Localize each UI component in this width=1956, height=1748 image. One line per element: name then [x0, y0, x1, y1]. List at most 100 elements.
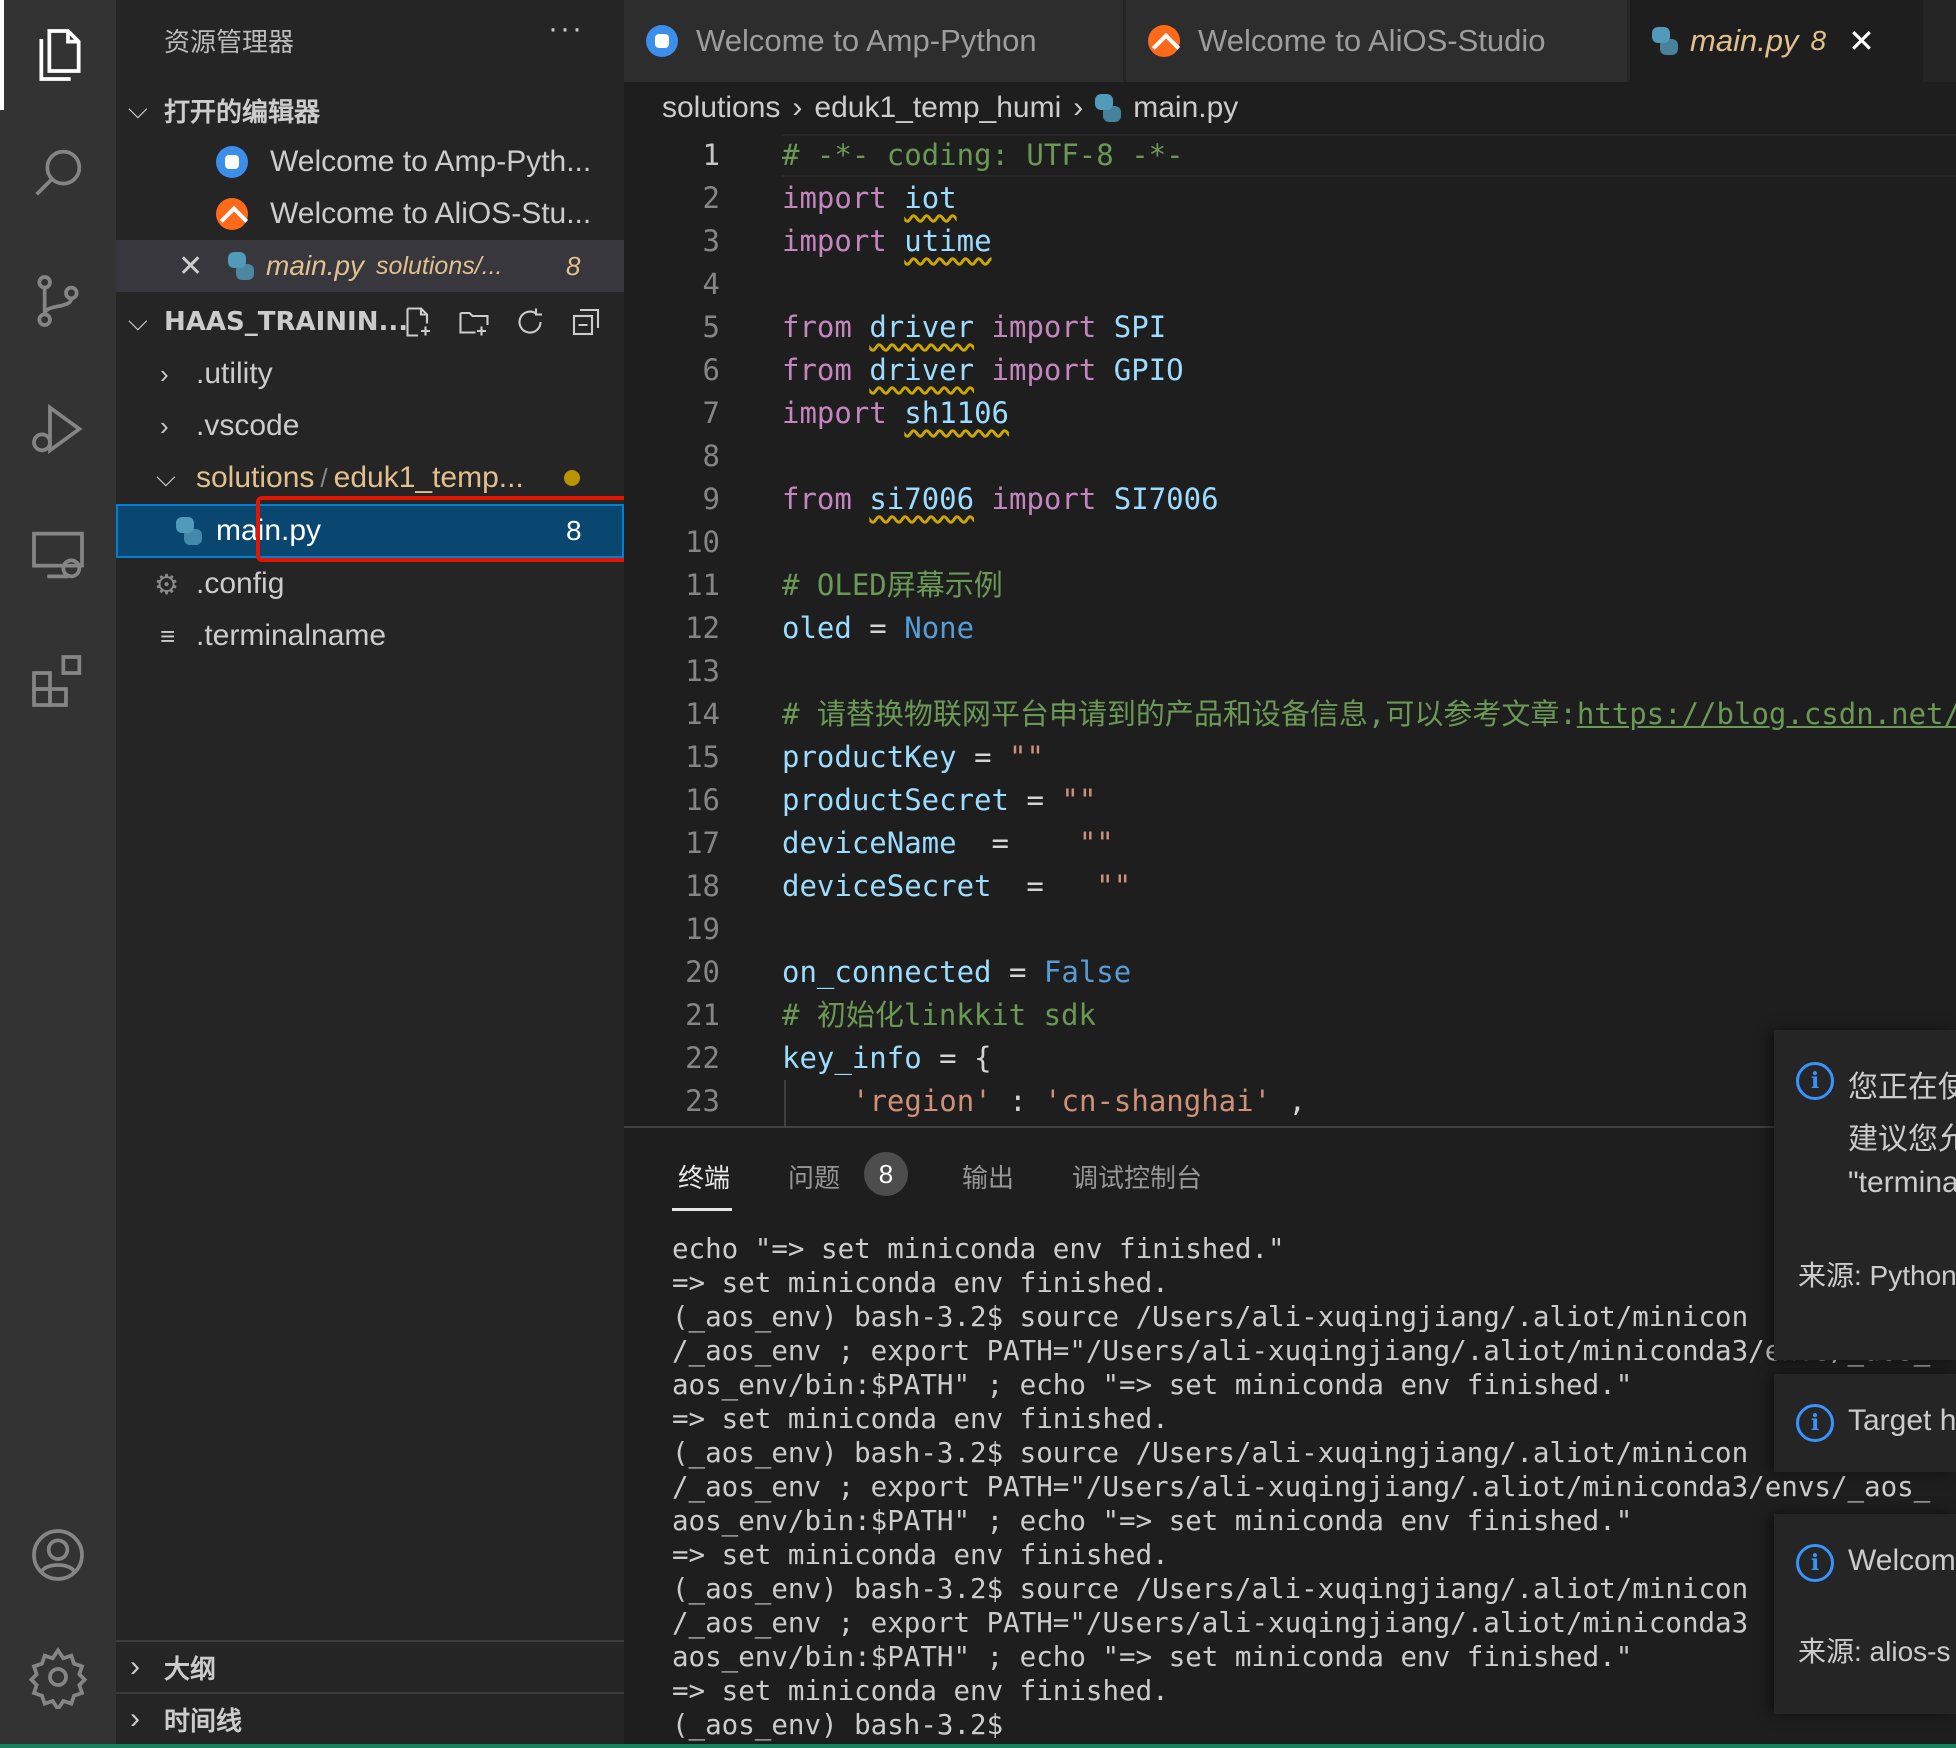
line-number: 11 [685, 568, 720, 602]
open-editor-label: main.py [266, 250, 365, 281]
notification-toast[interactable]: i 您正在使 建议您允 "termina 来源: Python [1774, 1030, 1956, 1360]
terminal-line: aos_env/bin:$PATH" ; echo "=> set minico… [672, 1369, 1633, 1401]
terminal-line: echo "=> set miniconda env finished." [672, 1233, 1285, 1265]
problems-count: 8 [1810, 25, 1827, 56]
code-editor[interactable]: 1 2 3 4 5 6 7 8 9 10 11 12 13 14 15 16 17 18 19 20 21 22 23 # … [624, 134, 1956, 1126]
activity-bar [0, 0, 116, 1748]
tree-file-config[interactable]: ⚙ .config [116, 558, 624, 610]
terminal-line: /_aos_env ; export PATH="/Users/ali-xuqi… [672, 1471, 1931, 1503]
extensions-icon[interactable] [0, 626, 116, 736]
outline-section[interactable]: › 大纲 [116, 1640, 624, 1692]
remote-explorer-icon[interactable] [0, 500, 116, 610]
code-line-1: # -*- coding: UTF-8 -*- [782, 138, 1184, 172]
tree-folder-vscode[interactable]: › .vscode [116, 400, 624, 452]
open-editor-label: Welcome to Amp-Pyth... [270, 145, 592, 178]
chevron-right-icon: › [130, 1702, 140, 1735]
python-file-icon [176, 517, 202, 545]
line-number: 13 [685, 654, 720, 688]
new-folder-icon[interactable] [456, 304, 492, 348]
tree-file-terminalname[interactable]: ≡ .terminalname [116, 610, 624, 662]
code-line-23: 'region' : 'cn-shanghai' , [852, 1084, 1306, 1118]
timeline-section[interactable]: › 时间线 [116, 1692, 624, 1744]
line-number: 15 [685, 740, 720, 774]
code-line-21: # 初始化linkkit sdk [782, 998, 1096, 1032]
open-editor-item[interactable]: Welcome to Amp-Pyth... [116, 136, 624, 188]
settings-gear-icon[interactable] [0, 1622, 116, 1732]
refresh-icon[interactable] [512, 304, 548, 348]
notification-source: 来源: alios-s [1798, 1636, 1951, 1667]
tab-debug-console[interactable]: 调试控制台 [1072, 1158, 1202, 1195]
line-number: 10 [685, 525, 720, 559]
chevron-right-icon: › [792, 91, 803, 124]
python-file-icon [1095, 94, 1122, 122]
tree-folder-utility[interactable]: › .utility [116, 348, 624, 400]
terminal-line: => set miniconda env finished. [672, 1267, 1169, 1299]
open-editor-item-active[interactable]: ✕ main.py solutions/... 8 [116, 240, 624, 292]
explorer-title: 资源管理器 [164, 28, 295, 58]
code-line-14: # 请替换物联网平台申请到的产品和设备信息,可以参考文章:https://blo… [782, 697, 1956, 731]
close-icon[interactable]: ✕ [178, 249, 203, 284]
workspace-label: HAAS_TRAININ... [164, 307, 409, 337]
tab-label: Welcome to AliOS-Studio [1198, 23, 1546, 58]
explorer-sidebar: 资源管理器 ··· ⌵ 打开的编辑器 Welcome to Amp-Pyth..… [116, 0, 638, 1748]
code-line-9: from si7006 import SI7006 [782, 482, 1219, 516]
terminal-line: => set miniconda env finished. [672, 1539, 1169, 1571]
line-number: 6 [702, 353, 720, 387]
line-number: 2 [702, 181, 720, 215]
tab-problems[interactable]: 问题 [788, 1158, 840, 1195]
tab-label: main.py [1690, 23, 1799, 58]
line-number: 12 [685, 611, 720, 645]
tree-item-label: .config [196, 567, 285, 600]
tab-welcome-amp-python[interactable]: Welcome to Amp-Python [624, 0, 1124, 82]
line-number: 8 [702, 439, 720, 473]
workspace-header[interactable]: ⌵ HAAS_TRAININ... [116, 296, 624, 348]
explorer-icon[interactable] [0, 0, 116, 110]
breadcrumb-item[interactable]: main.py [1133, 91, 1238, 125]
notification-toast[interactable]: i Target h [1774, 1374, 1956, 1472]
code-line-5: from driver import SPI [782, 310, 1167, 344]
chevron-down-icon: ⌵ [128, 306, 148, 336]
tree-item-label: solutions [196, 461, 315, 494]
status-bar [0, 1744, 1956, 1748]
open-editors-header[interactable]: ⌵ 打开的编辑器 [116, 84, 624, 136]
account-icon[interactable] [0, 1500, 116, 1610]
active-tab-indicator [672, 1208, 732, 1211]
open-editor-label: Welcome to AliOS-Stu... [270, 197, 592, 230]
chevron-right-icon: › [160, 358, 169, 389]
notification-text: "termina [1848, 1166, 1956, 1199]
notification-text: Target h [1848, 1404, 1956, 1437]
chevron-right-icon: › [160, 410, 169, 441]
code-line-3: import utime [782, 224, 992, 258]
terminal-output[interactable]: echo "=> set miniconda env finished." => … [672, 1232, 1956, 1748]
run-debug-icon[interactable] [0, 374, 116, 484]
breadcrumb-item[interactable]: eduk1_temp_humi [814, 91, 1061, 125]
tab-main-py[interactable]: main.py 8 ✕ [1630, 0, 1924, 82]
terminal-line: aos_env/bin:$PATH" ; echo "=> set minico… [672, 1505, 1633, 1537]
alios-icon [216, 198, 248, 230]
collapse-all-icon[interactable] [568, 304, 604, 348]
new-file-icon[interactable] [400, 304, 436, 348]
terminal-line: => set miniconda env finished. [672, 1403, 1169, 1435]
breadcrumb: solutions › eduk1_temp_humi › main.py [624, 82, 1956, 134]
notification-toast[interactable]: i Welcom 来源: alios-s [1774, 1514, 1956, 1714]
breadcrumb-item[interactable]: solutions [662, 91, 780, 125]
chevron-down-icon: ⌵ [156, 462, 176, 492]
code-line-22: key_info = { [782, 1041, 992, 1075]
open-editor-item[interactable]: Welcome to AliOS-Stu... [116, 188, 624, 240]
more-actions-button[interactable]: ··· [548, 12, 584, 46]
indent-guide [784, 1080, 786, 1126]
close-icon[interactable]: ✕ [1848, 22, 1875, 60]
terminal-line: (_aos_env) bash-3.2$ source /Users/ali-x… [672, 1573, 1749, 1605]
search-icon[interactable] [0, 118, 116, 228]
bottom-panel: 终端 问题 8 输出 调试控制台 echo "=> set miniconda … [624, 1126, 1956, 1748]
line-number: 20 [685, 955, 720, 989]
tab-terminal[interactable]: 终端 [678, 1158, 730, 1195]
tab-welcome-alios-studio[interactable]: Welcome to AliOS-Studio [1126, 0, 1628, 82]
terminal-line: => set miniconda env finished. [672, 1675, 1169, 1707]
terminal-line: (_aos_env) bash-3.2$ source /Users/ali-x… [672, 1301, 1749, 1333]
notification-text: 建议您允 [1848, 1123, 1956, 1156]
source-control-icon[interactable] [0, 246, 116, 356]
line-number: 16 [685, 783, 720, 817]
terminal-line: aos_env/bin:$PATH" ; echo "=> set minico… [672, 1641, 1633, 1673]
tab-output[interactable]: 输出 [962, 1158, 1014, 1195]
